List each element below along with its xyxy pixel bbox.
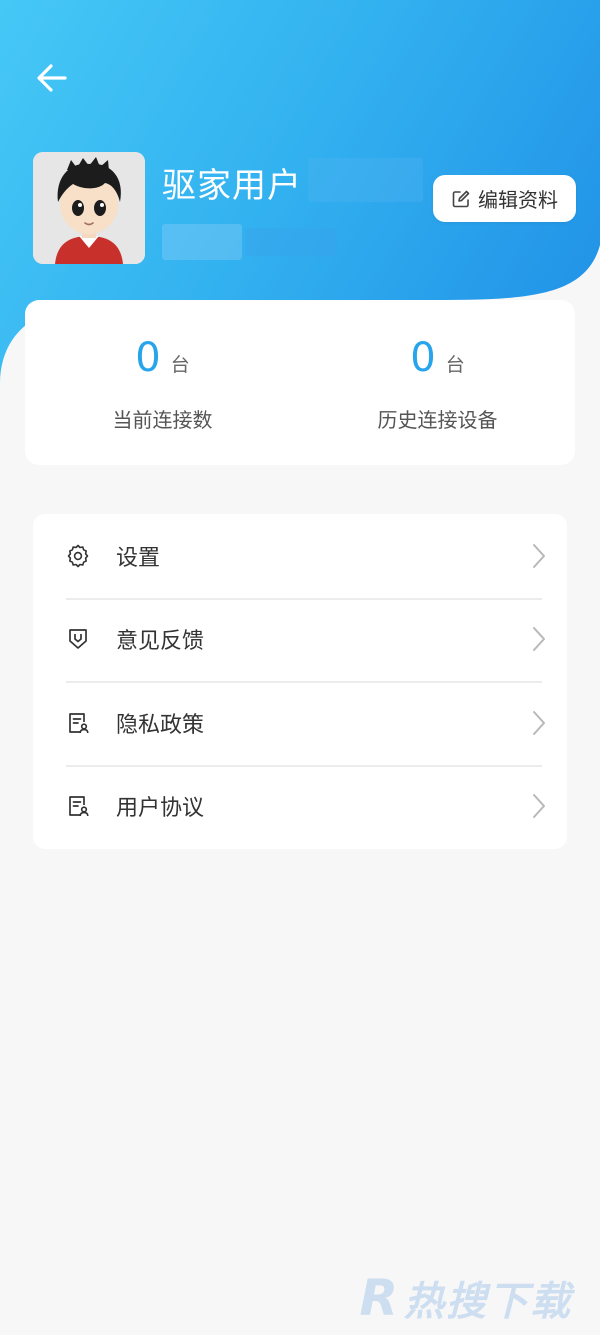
watermark-text: 热搜下载 <box>404 1279 572 1325</box>
chevron-right-icon <box>533 627 545 652</box>
stat-label: 当前连接数 <box>112 408 213 432</box>
menu-item-privacy-policy[interactable]: 隐私政策 <box>33 681 567 765</box>
edit-icon <box>452 190 470 207</box>
edit-profile-button[interactable]: 编辑资料 <box>433 175 576 222</box>
feedback-icon <box>65 626 91 652</box>
gear-icon <box>65 543 91 569</box>
edit-profile-label: 编辑资料 <box>478 188 558 212</box>
menu-item-label: 意见反馈 <box>116 629 205 655</box>
watermark-logo: R <box>359 1269 400 1327</box>
menu-item-label: 设置 <box>116 545 161 571</box>
chevron-right-icon <box>533 543 545 568</box>
redacted-user-id-extra <box>245 228 337 256</box>
username: 驱家用户 <box>162 166 302 206</box>
redacted-name-suffix <box>308 158 423 202</box>
menu-item-feedback[interactable]: 意见反馈 <box>33 597 567 682</box>
avatar-cartoon-icon <box>33 152 145 264</box>
menu-item-label: 隐私政策 <box>116 712 205 738</box>
stat-value: 0 <box>410 335 436 381</box>
avatar[interactable] <box>33 152 145 264</box>
redacted-user-id <box>162 224 242 260</box>
document-icon <box>65 793 91 819</box>
back-button[interactable] <box>30 56 74 100</box>
menu-item-user-agreement[interactable]: 用户协议 <box>33 764 567 849</box>
stat-value: 0 <box>135 335 161 381</box>
chevron-right-icon <box>533 794 545 819</box>
stat-current-connections[interactable]: 0 台 当前连接数 <box>25 300 300 465</box>
stat-label: 历史连接设备 <box>377 408 498 432</box>
stat-unit: 台 <box>170 354 190 376</box>
menu-item-label: 用户协议 <box>116 796 205 822</box>
stat-unit: 台 <box>445 354 465 376</box>
stats-card: 0 台 当前连接数 0 台 历史连接设备 <box>25 300 575 465</box>
menu-item-settings[interactable]: 设置 <box>33 514 567 598</box>
arrow-left-icon <box>37 64 67 92</box>
watermark: R 热搜下载 <box>359 1269 572 1327</box>
stat-history-devices[interactable]: 0 台 历史连接设备 <box>300 300 575 465</box>
menu-card: 设置 意见反馈 隐私政策 用户协议 <box>33 514 567 849</box>
document-icon <box>65 710 91 736</box>
chevron-right-icon <box>533 710 545 735</box>
